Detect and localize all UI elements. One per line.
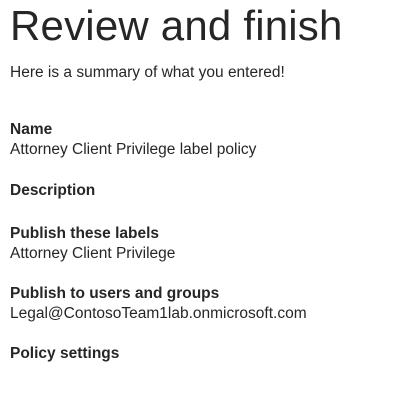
publish-users-value: Legal@ContosoTeam1lab.onmicrosoft.com: [10, 305, 307, 322]
summary-section-description: Description: [10, 181, 400, 201]
summary-section-policy-settings: Policy settings: [10, 344, 400, 364]
publish-labels-label: Publish these labels: [10, 225, 160, 242]
policy-settings-label: Policy settings: [10, 345, 120, 362]
publish-users-label: Publish to users and groups: [10, 285, 220, 302]
review-and-finish-page: Review and finish Here is a summary of w…: [10, 0, 400, 411]
summary-section-publish-users: Publish to users and groups Legal@Contos…: [10, 284, 400, 324]
description-label: Description: [10, 182, 96, 199]
summary-section-publish-labels: Publish these labels Attorney Client Pri…: [10, 224, 400, 264]
summary-section-name: Name Attorney Client Privilege label pol…: [10, 120, 400, 160]
name-label: Name: [10, 121, 53, 138]
name-value: Attorney Client Privilege label policy: [10, 141, 257, 158]
page-title: Review and finish: [10, 2, 343, 49]
page-subtitle: Here is a summary of what you entered!: [10, 64, 285, 81]
publish-labels-value: Attorney Client Privilege: [10, 245, 176, 262]
